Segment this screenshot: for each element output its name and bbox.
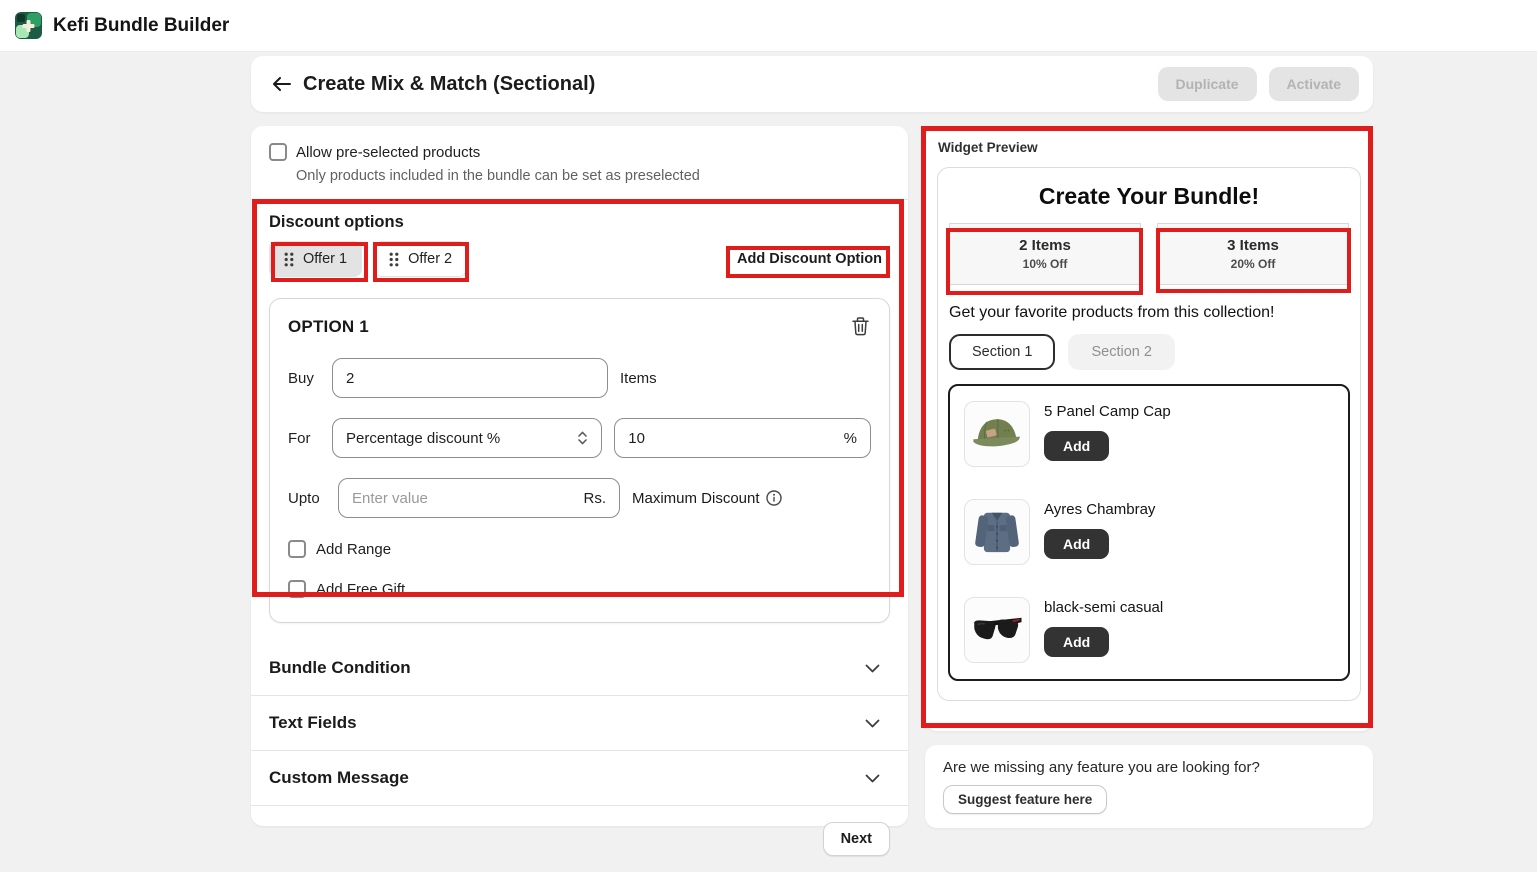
text-fields-section[interactable]: Text Fields [251, 696, 908, 750]
shirt-product-image [964, 499, 1030, 565]
bundle-settings-panel: Allow pre-selected products Only product… [251, 126, 908, 826]
discount-value-input[interactable] [628, 430, 835, 447]
tab-section-2[interactable]: Section 2 [1068, 334, 1174, 370]
widget-preview-label: Widget Preview [937, 140, 1361, 155]
header-actions: Duplicate Activate [1158, 67, 1359, 101]
discount-option-card: OPTION 1 Buy Items For Percentage discou… [269, 298, 890, 623]
offer-tab-label: Offer 1 [303, 251, 347, 267]
max-discount-field[interactable]: Rs. [338, 478, 620, 518]
currency-suffix: Rs. [576, 490, 607, 507]
cap-product-image [964, 401, 1030, 467]
feedback-panel: Are we missing any feature you are looki… [925, 745, 1373, 828]
chevron-down-icon [865, 774, 880, 783]
product-name: black-semi casual [1044, 599, 1163, 616]
page-header: Create Mix & Match (Sectional) Duplicate… [251, 56, 1373, 112]
bundle-condition-section[interactable]: Bundle Condition [251, 641, 908, 695]
info-icon[interactable] [766, 490, 782, 506]
widget-preview-panel: Widget Preview Create Your Bundle! 2 Ite… [925, 127, 1373, 731]
delete-option-button[interactable] [850, 315, 871, 338]
bundle-condition-title: Bundle Condition [269, 658, 411, 678]
add-range-label: Add Range [316, 541, 391, 558]
maximum-discount-label: Maximum Discount [632, 490, 760, 507]
product-name: 5 Panel Camp Cap [1044, 403, 1171, 420]
section-tabs: Section 1 Section 2 [948, 334, 1350, 370]
tab-section-1[interactable]: Section 1 [949, 334, 1055, 370]
product-row: Ayres Chambray Add [964, 499, 1334, 565]
tier-items-label: 3 Items [1227, 237, 1279, 254]
offers-row: Offer 1 Offer 2 Add Discount Option [269, 241, 890, 277]
widget-preview-frame: Create Your Bundle! 2 Items 10% Off 3 It… [937, 167, 1361, 701]
discount-value-field[interactable]: % [614, 418, 871, 458]
select-caret-icon [577, 430, 588, 446]
bundle-heading: Create Your Bundle! [948, 183, 1350, 210]
max-discount-input[interactable] [352, 490, 576, 507]
buy-quantity-input[interactable] [346, 370, 594, 387]
settings-accordion: Bundle Condition Text Fields Custom Mess… [251, 641, 908, 806]
next-button[interactable]: Next [823, 822, 890, 856]
upto-label: Upto [288, 490, 326, 507]
product-name: Ayres Chambray [1044, 501, 1155, 518]
add-range-checkbox[interactable] [288, 540, 306, 558]
collection-subtitle: Get your favorite products from this col… [948, 304, 1350, 322]
tier-off-label: 20% Off [1231, 257, 1276, 271]
drag-handle-icon[interactable] [389, 252, 399, 267]
for-label: For [288, 430, 320, 447]
tier-off-label: 10% Off [1023, 257, 1068, 271]
add-product-button[interactable]: Add [1044, 529, 1109, 559]
discount-options-heading: Discount options [269, 213, 890, 232]
buy-quantity-field[interactable] [332, 358, 608, 398]
custom-message-section[interactable]: Custom Message [251, 751, 908, 805]
tier-tiles: 2 Items 10% Off 3 Items 20% Off [948, 223, 1350, 285]
app-title: Kefi Bundle Builder [53, 15, 229, 37]
feedback-question: Are we missing any feature you are looki… [943, 759, 1355, 776]
tier-tile-3-items[interactable]: 3 Items 20% Off [1157, 223, 1349, 285]
percent-suffix: % [836, 430, 857, 447]
preselect-label: Allow pre-selected products [296, 144, 480, 161]
discount-type-select[interactable]: Percentage discount % [332, 418, 602, 458]
page-title: Create Mix & Match (Sectional) [303, 73, 595, 96]
suggest-feature-button[interactable]: Suggest feature here [943, 785, 1107, 814]
add-product-button[interactable]: Add [1044, 627, 1109, 657]
add-free-gift-label: Add Free Gift [316, 581, 405, 598]
discount-type-value: Percentage discount % [346, 430, 500, 447]
form-footer: Next [251, 806, 908, 872]
preselect-description: Only products included in the bundle can… [296, 168, 888, 184]
option-title: OPTION 1 [288, 317, 369, 337]
offer-tab-1[interactable]: Offer 1 [269, 241, 362, 277]
activate-button[interactable]: Activate [1269, 67, 1359, 101]
preselect-checkbox[interactable] [269, 143, 287, 161]
tier-items-label: 2 Items [1019, 237, 1071, 254]
add-product-button[interactable]: Add [1044, 431, 1109, 461]
product-list: 5 Panel Camp Cap Add [948, 384, 1350, 681]
sunglasses-product-image [964, 597, 1030, 663]
tier-tile-2-items[interactable]: 2 Items 10% Off [949, 223, 1141, 285]
discount-options-section: Discount options Offer 1 Offer 2 Add Dis… [251, 200, 908, 623]
items-label: Items [620, 370, 657, 387]
buy-label: Buy [288, 370, 320, 387]
back-button[interactable] [265, 68, 297, 100]
app-logo-icon [15, 12, 42, 39]
app-bar: Kefi Bundle Builder [0, 0, 1537, 52]
duplicate-button[interactable]: Duplicate [1158, 67, 1257, 101]
offer-tab-2[interactable]: Offer 2 [374, 241, 467, 277]
add-discount-option-button[interactable]: Add Discount Option [729, 245, 890, 273]
add-free-gift-checkbox[interactable] [288, 580, 306, 598]
custom-message-title: Custom Message [269, 768, 409, 788]
trash-icon [852, 317, 869, 336]
text-fields-title: Text Fields [269, 713, 357, 733]
drag-handle-icon[interactable] [284, 252, 294, 267]
chevron-down-icon [865, 664, 880, 673]
preselect-section: Allow pre-selected products Only product… [251, 126, 908, 199]
product-row: black-semi casual Add [964, 597, 1334, 663]
arrow-left-icon [272, 77, 291, 91]
chevron-down-icon [865, 719, 880, 728]
offer-tab-label: Offer 2 [408, 251, 452, 267]
product-row: 5 Panel Camp Cap Add [964, 401, 1334, 467]
